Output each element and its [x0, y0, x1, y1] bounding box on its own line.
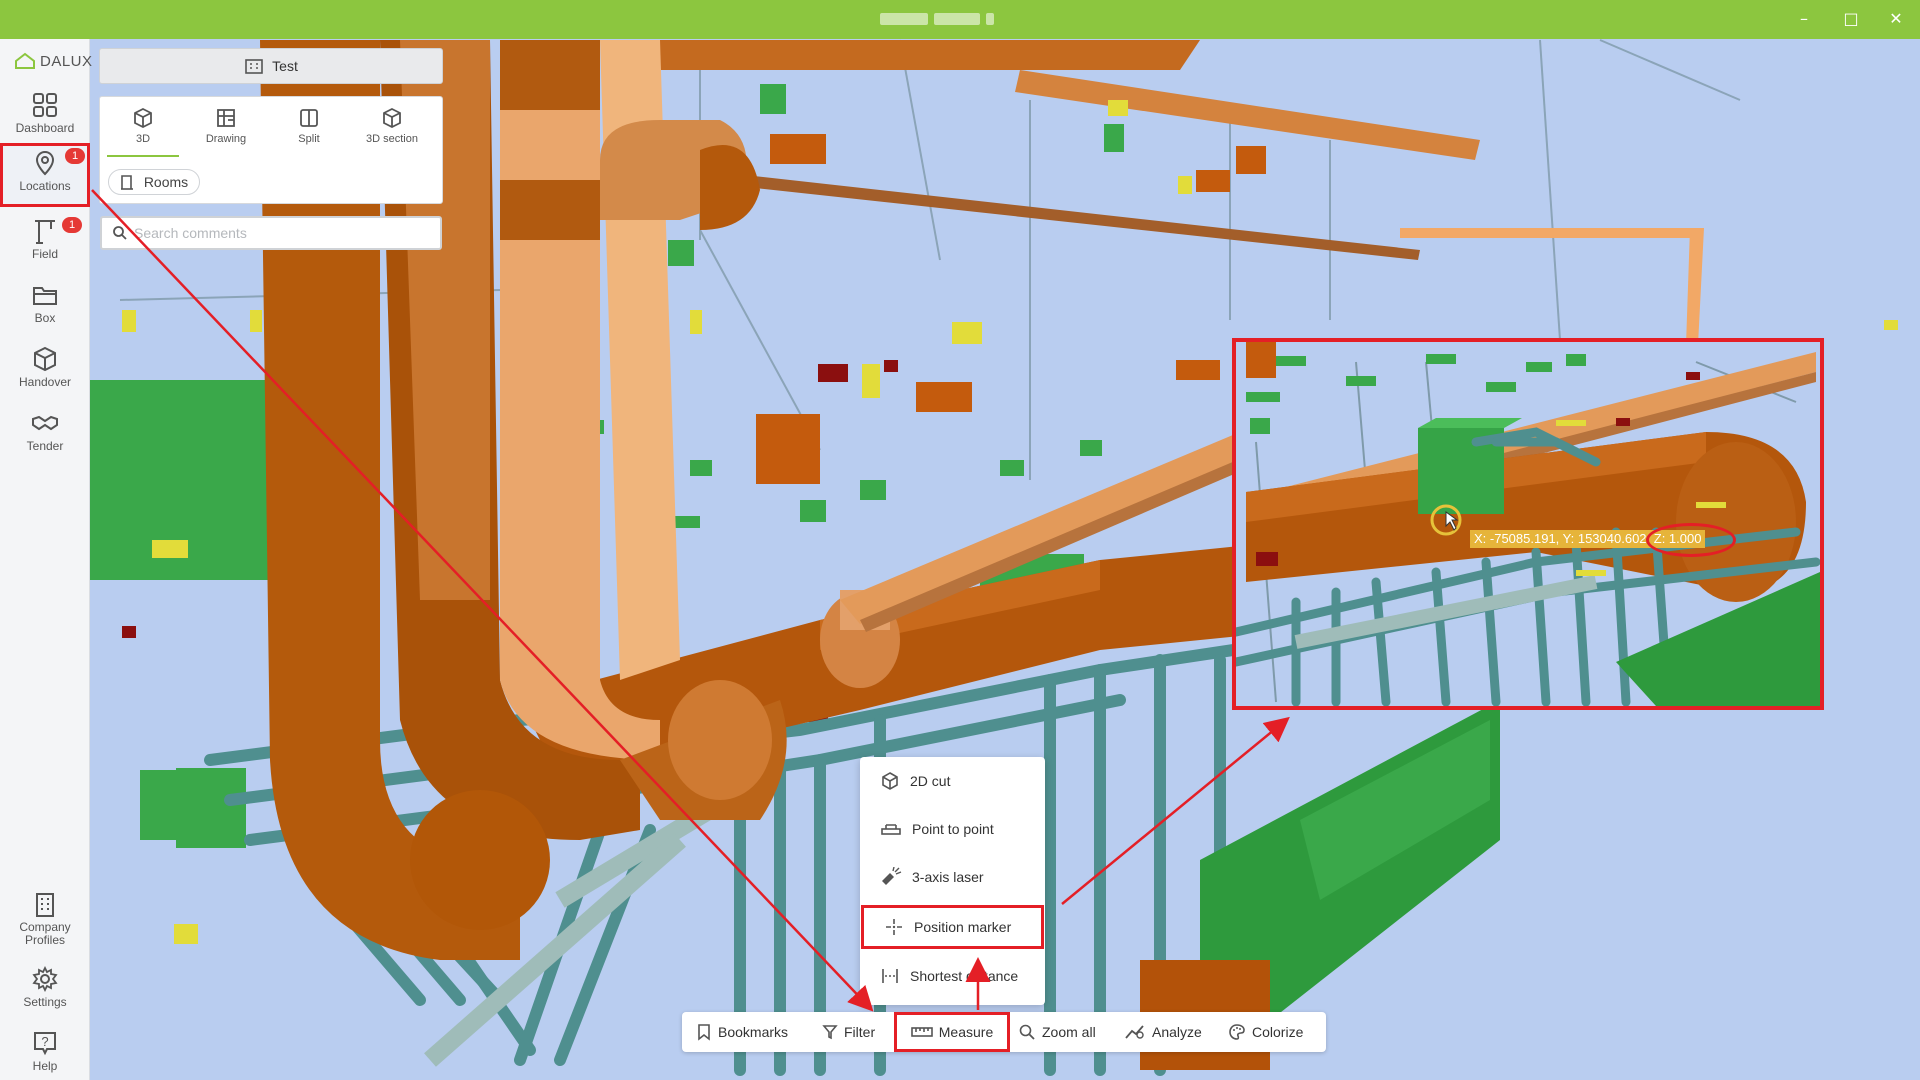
filter-button[interactable]: Filter [822, 1012, 875, 1052]
notification-badge: 1 [65, 148, 85, 164]
handshake-icon [32, 415, 58, 431]
sidebar-item-label: Field [31, 247, 58, 261]
gear-icon [32, 965, 58, 993]
menu-item-label: Position marker [914, 919, 1012, 935]
inset-scene [1236, 342, 1820, 706]
rooms-label: Rooms [143, 174, 189, 190]
analyze-icon [1125, 1025, 1144, 1039]
sidebar-item-locations[interactable]: Locations 1 [0, 143, 90, 207]
menu-item-point-to-point[interactable]: Point to point [860, 809, 1045, 849]
bookmark-icon [698, 1024, 710, 1041]
maximize-icon[interactable]: □ [1839, 8, 1863, 32]
zoom-icon [1019, 1024, 1035, 1040]
sidebar-item-label: Handover [18, 375, 72, 389]
palette-icon [1229, 1024, 1245, 1040]
zoom-inset [1232, 338, 1824, 710]
ruler-icon [910, 1027, 933, 1037]
folder-icon [33, 287, 57, 305]
dalux-logo: DALUX [14, 49, 93, 73]
menu-item-2d-cut[interactable]: 2D cut [860, 761, 1045, 801]
sidebar-item-field[interactable]: Field 1 [0, 211, 90, 273]
measure-label: Measure [938, 1024, 994, 1040]
tab-split[interactable]: Split [269, 105, 349, 151]
view-panel: 3D Drawing Split 3D section Rooms [99, 96, 443, 204]
building-icon [36, 893, 54, 917]
sidebar-item-box[interactable]: Box [0, 275, 90, 337]
sidebar-item-handover[interactable]: Handover [0, 339, 90, 401]
bookmarks-button[interactable]: Bookmarks [696, 1012, 788, 1052]
filter-icon [822, 1025, 838, 1040]
tab-drawing[interactable]: Drawing [186, 105, 266, 151]
laser-icon [882, 867, 902, 885]
title-bar: – □ ✕ [0, 0, 1920, 39]
tab-3d-section[interactable]: 3D section [352, 105, 432, 151]
menu-item-3-axis-laser[interactable]: 3-axis laser [860, 857, 1045, 897]
notification-badge: 1 [62, 217, 82, 233]
ruler-icon [881, 824, 901, 835]
split-icon [300, 109, 318, 127]
z-value-highlight-circle [1646, 523, 1736, 557]
sidebar-item-label: Help [32, 1059, 58, 1073]
sidebar-item-label: Settings [23, 995, 67, 1009]
sidebar-item-settings[interactable]: Settings [0, 959, 90, 1021]
left-sidebar: DALUX Dashboard Locations 1 Field 1 Box [0, 39, 93, 1080]
tab-label: 3D [135, 133, 151, 145]
sidebar-item-company-profiles[interactable]: Company Profiles [0, 885, 90, 951]
bottom-toolbar: Bookmarks Filter Measure Zoom all Analyz… [682, 1012, 1326, 1052]
menu-item-label: Point to point [912, 821, 994, 837]
svg-text:?: ? [41, 1034, 48, 1049]
grid-icon [33, 93, 57, 117]
sidebar-item-label-line2: Profiles [24, 933, 65, 947]
crane-icon [35, 220, 55, 244]
logo-text: DALUX [40, 52, 93, 70]
filter-label: Filter [844, 1024, 876, 1040]
sidebar-item-dashboard[interactable]: Dashboard [0, 85, 90, 147]
bookmarks-label: Bookmarks [718, 1024, 789, 1040]
zoom-all-button[interactable]: Zoom all [1018, 1012, 1096, 1052]
door-icon [120, 175, 133, 190]
window-title [880, 10, 1030, 26]
sidebar-item-label: Box [34, 311, 56, 325]
sidebar-item-help[interactable]: ? Help [0, 1023, 90, 1080]
cube-icon [134, 107, 152, 129]
sidebar-item-label: Dashboard [15, 121, 75, 135]
cube-icon [34, 346, 56, 372]
sidebar-item-label: Locations [19, 179, 71, 193]
measure-button[interactable]: Measure [894, 1012, 1010, 1052]
search-comments [100, 216, 442, 250]
crosshair-icon [886, 919, 902, 935]
search-input[interactable] [134, 225, 434, 241]
search-icon [113, 226, 127, 240]
drawing-icon [217, 109, 235, 127]
minimize-icon[interactable]: – [1792, 8, 1816, 32]
zoom-all-label: Zoom all [1042, 1024, 1096, 1040]
analyze-label: Analyze [1152, 1024, 1202, 1040]
house-icon [15, 52, 35, 69]
tab-label: 3D section [366, 133, 418, 145]
menu-item-shortest-distance[interactable]: Shortest distance [860, 956, 1045, 996]
menu-item-position-marker[interactable]: Position marker [861, 905, 1044, 949]
sidebar-item-tender[interactable]: Tender [0, 403, 90, 465]
project-title-button[interactable]: Test [99, 48, 443, 84]
colorize-label: Colorize [1252, 1024, 1304, 1040]
colorize-button[interactable]: Colorize [1228, 1012, 1303, 1052]
sidebar-item-label: Tender [26, 439, 64, 453]
measure-menu: 2D cut Point to point 3-axis laser Posit… [860, 757, 1045, 1005]
close-icon[interactable]: ✕ [1884, 8, 1908, 32]
location-pin-icon [35, 150, 55, 176]
building-icon [245, 59, 263, 74]
project-title: Test [272, 58, 298, 74]
help-icon: ? [34, 1032, 56, 1056]
rooms-button[interactable]: Rooms [108, 169, 200, 195]
menu-item-label: Shortest distance [910, 968, 1019, 984]
tab-3d[interactable]: 3D [103, 105, 183, 157]
distance-icon [882, 969, 898, 983]
analyze-button[interactable]: Analyze [1124, 1012, 1202, 1052]
section-cube-icon [383, 107, 401, 129]
menu-item-label: 3-axis laser [912, 869, 984, 885]
menu-item-label: 2D cut [910, 773, 951, 789]
tab-label: Drawing [205, 133, 247, 145]
tab-label: Split [298, 133, 320, 145]
cube-cut-icon [882, 772, 898, 790]
